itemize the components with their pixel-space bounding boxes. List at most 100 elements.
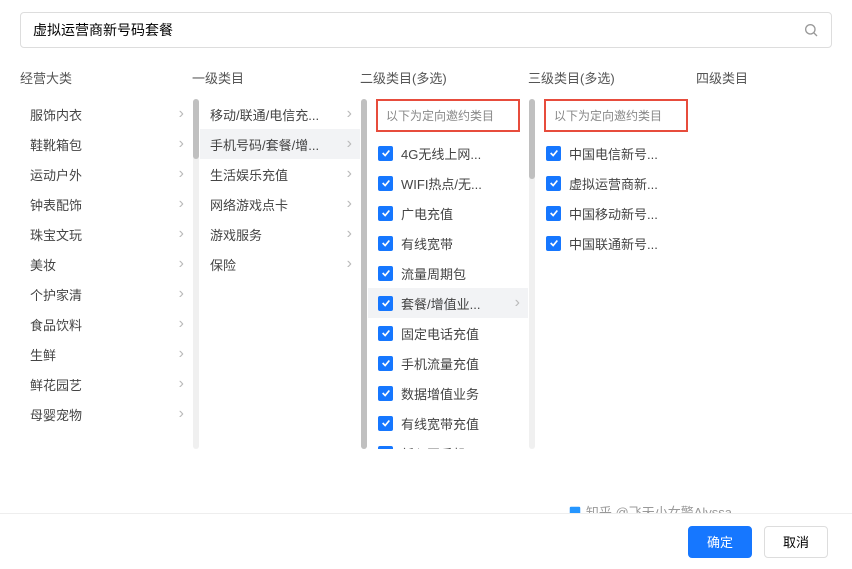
- chevron-right-icon: ›: [347, 226, 352, 242]
- list-item[interactable]: 生鲜›: [20, 339, 192, 369]
- scrollbar-col2[interactable]: [528, 99, 536, 449]
- checkbox-checked[interactable]: [378, 356, 393, 371]
- list-item[interactable]: 流量周期包: [368, 258, 528, 288]
- list-item[interactable]: 运动户外›: [20, 159, 192, 189]
- checkbox-checked[interactable]: [378, 206, 393, 221]
- list-item[interactable]: 中国联通新号...: [536, 228, 696, 258]
- list-item[interactable]: 虚拟运营商新...: [536, 168, 696, 198]
- list-item[interactable]: 母婴宠物›: [20, 399, 192, 429]
- item-label: 流量周期包: [401, 264, 520, 283]
- item-label: 食品饮料: [30, 315, 175, 334]
- list-item[interactable]: 数据增值业务: [368, 378, 528, 408]
- column-main: 服饰内衣›鞋靴箱包›运动户外›钟表配饰›珠宝文玩›美妆›个护家清›食品饮料›生鲜…: [20, 99, 192, 449]
- checkbox-checked[interactable]: [378, 416, 393, 431]
- footer: 确定 取消: [0, 513, 852, 569]
- checkbox-checked[interactable]: [546, 206, 561, 221]
- item-label: 鲜花园艺: [30, 375, 175, 394]
- item-label: 美妆: [30, 255, 175, 274]
- item-label: 手机流量充值: [401, 354, 520, 373]
- list-item[interactable]: 新入网手机: [368, 438, 528, 449]
- chevron-right-icon: ›: [179, 346, 184, 362]
- item-label: 个护家清: [30, 285, 175, 304]
- checkbox-checked[interactable]: [378, 326, 393, 341]
- item-label: 中国联通新号...: [569, 234, 688, 253]
- column-l1: 移动/联通/电信充...›手机号码/套餐/增...›生活娱乐充值›网络游戏点卡›…: [200, 99, 360, 449]
- checkbox-checked[interactable]: [546, 146, 561, 161]
- checkbox-checked[interactable]: [546, 176, 561, 191]
- confirm-button[interactable]: 确定: [688, 526, 752, 558]
- chevron-right-icon: ›: [179, 286, 184, 302]
- item-label: WIFI热点/无...: [401, 174, 520, 193]
- list-item[interactable]: 网络游戏点卡›: [200, 189, 360, 219]
- item-label: 有线宽带: [401, 234, 520, 253]
- list-item[interactable]: 生活娱乐充值›: [200, 159, 360, 189]
- list-item[interactable]: 中国移动新号...: [536, 198, 696, 228]
- list-item[interactable]: 珠宝文玩›: [20, 219, 192, 249]
- chevron-right-icon: ›: [179, 256, 184, 272]
- list-item[interactable]: 钟表配饰›: [20, 189, 192, 219]
- list-item[interactable]: 4G无线上网...: [368, 138, 528, 168]
- list-item[interactable]: 鞋靴箱包›: [20, 129, 192, 159]
- checkbox-checked[interactable]: [378, 266, 393, 281]
- list-item[interactable]: 中国电信新号...: [536, 138, 696, 168]
- category-columns: 服饰内衣›鞋靴箱包›运动户外›钟表配饰›珠宝文玩›美妆›个护家清›食品饮料›生鲜…: [0, 99, 852, 449]
- list-item[interactable]: 广电充值: [368, 198, 528, 228]
- list-item[interactable]: 手机流量充值: [368, 348, 528, 378]
- checkbox-checked[interactable]: [378, 146, 393, 161]
- fade-overlay: [20, 493, 192, 513]
- checkbox-checked[interactable]: [378, 446, 393, 450]
- item-label: 新入网手机: [401, 444, 520, 450]
- chevron-right-icon: ›: [347, 166, 352, 182]
- column-l3: 以下为定向邀约类目 中国电信新号...虚拟运营商新...中国移动新号...中国联…: [536, 99, 696, 449]
- list-item[interactable]: 移动/联通/电信充...›: [200, 99, 360, 129]
- invite-header-l2: 以下为定向邀约类目: [376, 99, 520, 132]
- column-headers: 经营大类 一级类目 二级类目(多选) 三级类目(多选) 四级类目: [0, 48, 852, 99]
- list-item[interactable]: 鲜花园艺›: [20, 369, 192, 399]
- item-label: 4G无线上网...: [401, 144, 520, 163]
- item-label: 钟表配饰: [30, 195, 175, 214]
- chevron-right-icon: ›: [179, 316, 184, 332]
- item-label: 游戏服务: [210, 225, 343, 244]
- checkbox-checked[interactable]: [378, 386, 393, 401]
- chevron-right-icon: ›: [179, 166, 184, 182]
- item-label: 生活娱乐充值: [210, 165, 343, 184]
- list-item[interactable]: 服饰内衣›: [20, 99, 192, 129]
- scrollbar-col0[interactable]: [192, 99, 200, 449]
- header-category-l1: 一级类目: [192, 68, 360, 87]
- list-item[interactable]: 个护家清›: [20, 279, 192, 309]
- chevron-right-icon: ›: [347, 106, 352, 122]
- chevron-right-icon: ›: [347, 136, 352, 152]
- list-item[interactable]: 保险›: [200, 249, 360, 279]
- cancel-button[interactable]: 取消: [764, 526, 828, 558]
- chevron-right-icon: ›: [179, 226, 184, 242]
- list-item[interactable]: WIFI热点/无...: [368, 168, 528, 198]
- list-item[interactable]: 食品饮料›: [20, 309, 192, 339]
- chevron-right-icon: ›: [179, 406, 184, 422]
- search-icon[interactable]: [803, 22, 819, 38]
- column-l2: 以下为定向邀约类目 4G无线上网... WIFI热点/无... 广电充值有线宽带流量…: [368, 99, 528, 449]
- list-item[interactable]: 游戏服务›: [200, 219, 360, 249]
- search-bar[interactable]: [20, 12, 832, 48]
- chevron-right-icon: ›: [347, 256, 352, 272]
- list-item[interactable]: 有线宽带充值: [368, 408, 528, 438]
- list-item[interactable]: 手机号码/套餐/增...›: [200, 129, 360, 159]
- chevron-right-icon: ›: [179, 106, 184, 122]
- column-l4: [696, 99, 816, 449]
- list-item[interactable]: 美妆›: [20, 249, 192, 279]
- item-label: 珠宝文玩: [30, 225, 175, 244]
- chevron-right-icon: ›: [179, 376, 184, 392]
- list-item[interactable]: 固定电话充值: [368, 318, 528, 348]
- item-label: 中国电信新号...: [569, 144, 688, 163]
- checkbox-checked[interactable]: [378, 296, 393, 311]
- scrollbar-col1[interactable]: [360, 99, 368, 449]
- checkbox-checked[interactable]: [378, 176, 393, 191]
- list-item[interactable]: 套餐/增值业...›: [368, 288, 528, 318]
- list-item[interactable]: 有线宽带: [368, 228, 528, 258]
- item-label: 中国移动新号...: [569, 204, 688, 223]
- checkbox-checked[interactable]: [546, 236, 561, 251]
- search-input[interactable]: [33, 22, 803, 38]
- chevron-right-icon: ›: [179, 136, 184, 152]
- item-label: 运动户外: [30, 165, 175, 184]
- checkbox-checked[interactable]: [378, 236, 393, 251]
- chevron-right-icon: ›: [347, 196, 352, 212]
